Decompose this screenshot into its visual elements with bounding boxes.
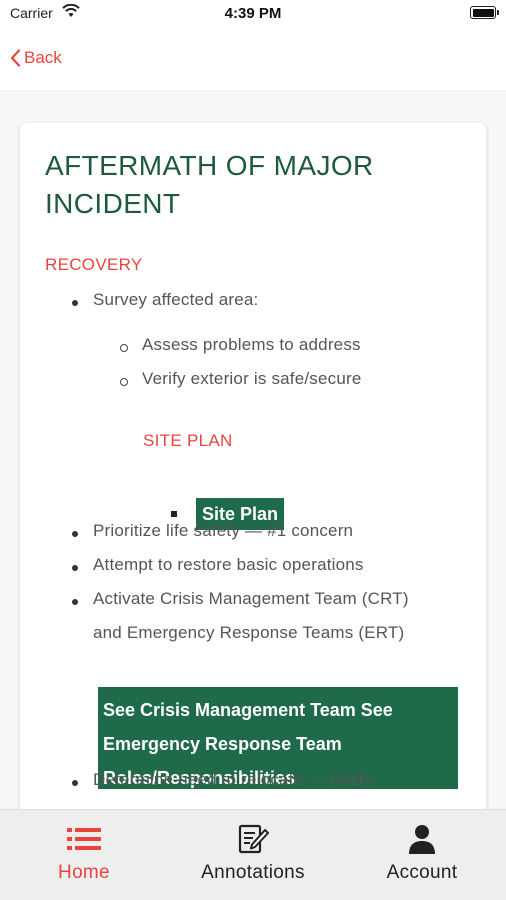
chevron-left-icon xyxy=(10,49,21,67)
list-item: Activate Crisis Management Team (CRT) xyxy=(93,589,409,608)
sub-list-item: Verify exterior is safe/secure xyxy=(142,369,362,388)
tab-bar: Home Annotations Account xyxy=(0,809,506,900)
list-item: Determine need to relocate — notify xyxy=(93,770,373,789)
bullet-marker xyxy=(72,599,78,605)
circle-marker xyxy=(120,344,128,352)
tab-annotations-label: Annotations xyxy=(201,862,305,883)
content-area[interactable]: AFTERMATH OF MAJOR INCIDENT RECOVERY Sur… xyxy=(0,93,506,809)
tab-home-label: Home xyxy=(58,862,110,883)
account-icon xyxy=(409,825,435,854)
circle-marker xyxy=(120,378,128,386)
sub-list-item: Assess problems to address xyxy=(142,335,361,354)
square-marker xyxy=(171,511,177,517)
bullet-marker xyxy=(72,531,78,537)
bullet-marker xyxy=(72,565,78,571)
content-card: AFTERMATH OF MAJOR INCIDENT RECOVERY Sur… xyxy=(20,123,486,809)
list-item: Attempt to restore basic operations xyxy=(93,555,364,574)
status-bar: Carrier 4:39 PM xyxy=(0,0,506,28)
annotations-icon xyxy=(238,824,269,854)
clock: 4:39 PM xyxy=(224,5,282,22)
crisis-button-line: Emergency Response Team xyxy=(103,734,342,754)
nav-bar: Back xyxy=(0,28,506,92)
list-item-continuation: and Emergency Response Teams (ERT) xyxy=(93,623,405,642)
recovery-heading: RECOVERY xyxy=(45,255,143,274)
tab-home[interactable]: Home xyxy=(0,810,168,900)
page-title: AFTERMATH OF MAJOR INCIDENT xyxy=(45,150,374,219)
tab-account-label: Account xyxy=(386,862,458,883)
tab-account[interactable]: Account xyxy=(338,810,506,900)
crisis-button-line: See Crisis Management Team See xyxy=(103,700,393,720)
bullet-marker xyxy=(72,780,78,786)
back-button[interactable]: Back xyxy=(10,48,62,68)
list-item-survey: Survey affected area: xyxy=(93,290,259,309)
back-label: Back xyxy=(24,48,62,67)
list-item: Prioritize life safety — #1 concern xyxy=(93,521,354,540)
list-icon xyxy=(67,828,101,850)
site-plan-heading: SITE PLAN xyxy=(143,431,233,450)
battery-icon xyxy=(470,6,499,19)
tab-annotations[interactable]: Annotations xyxy=(169,810,337,900)
bullet-marker xyxy=(72,300,78,306)
